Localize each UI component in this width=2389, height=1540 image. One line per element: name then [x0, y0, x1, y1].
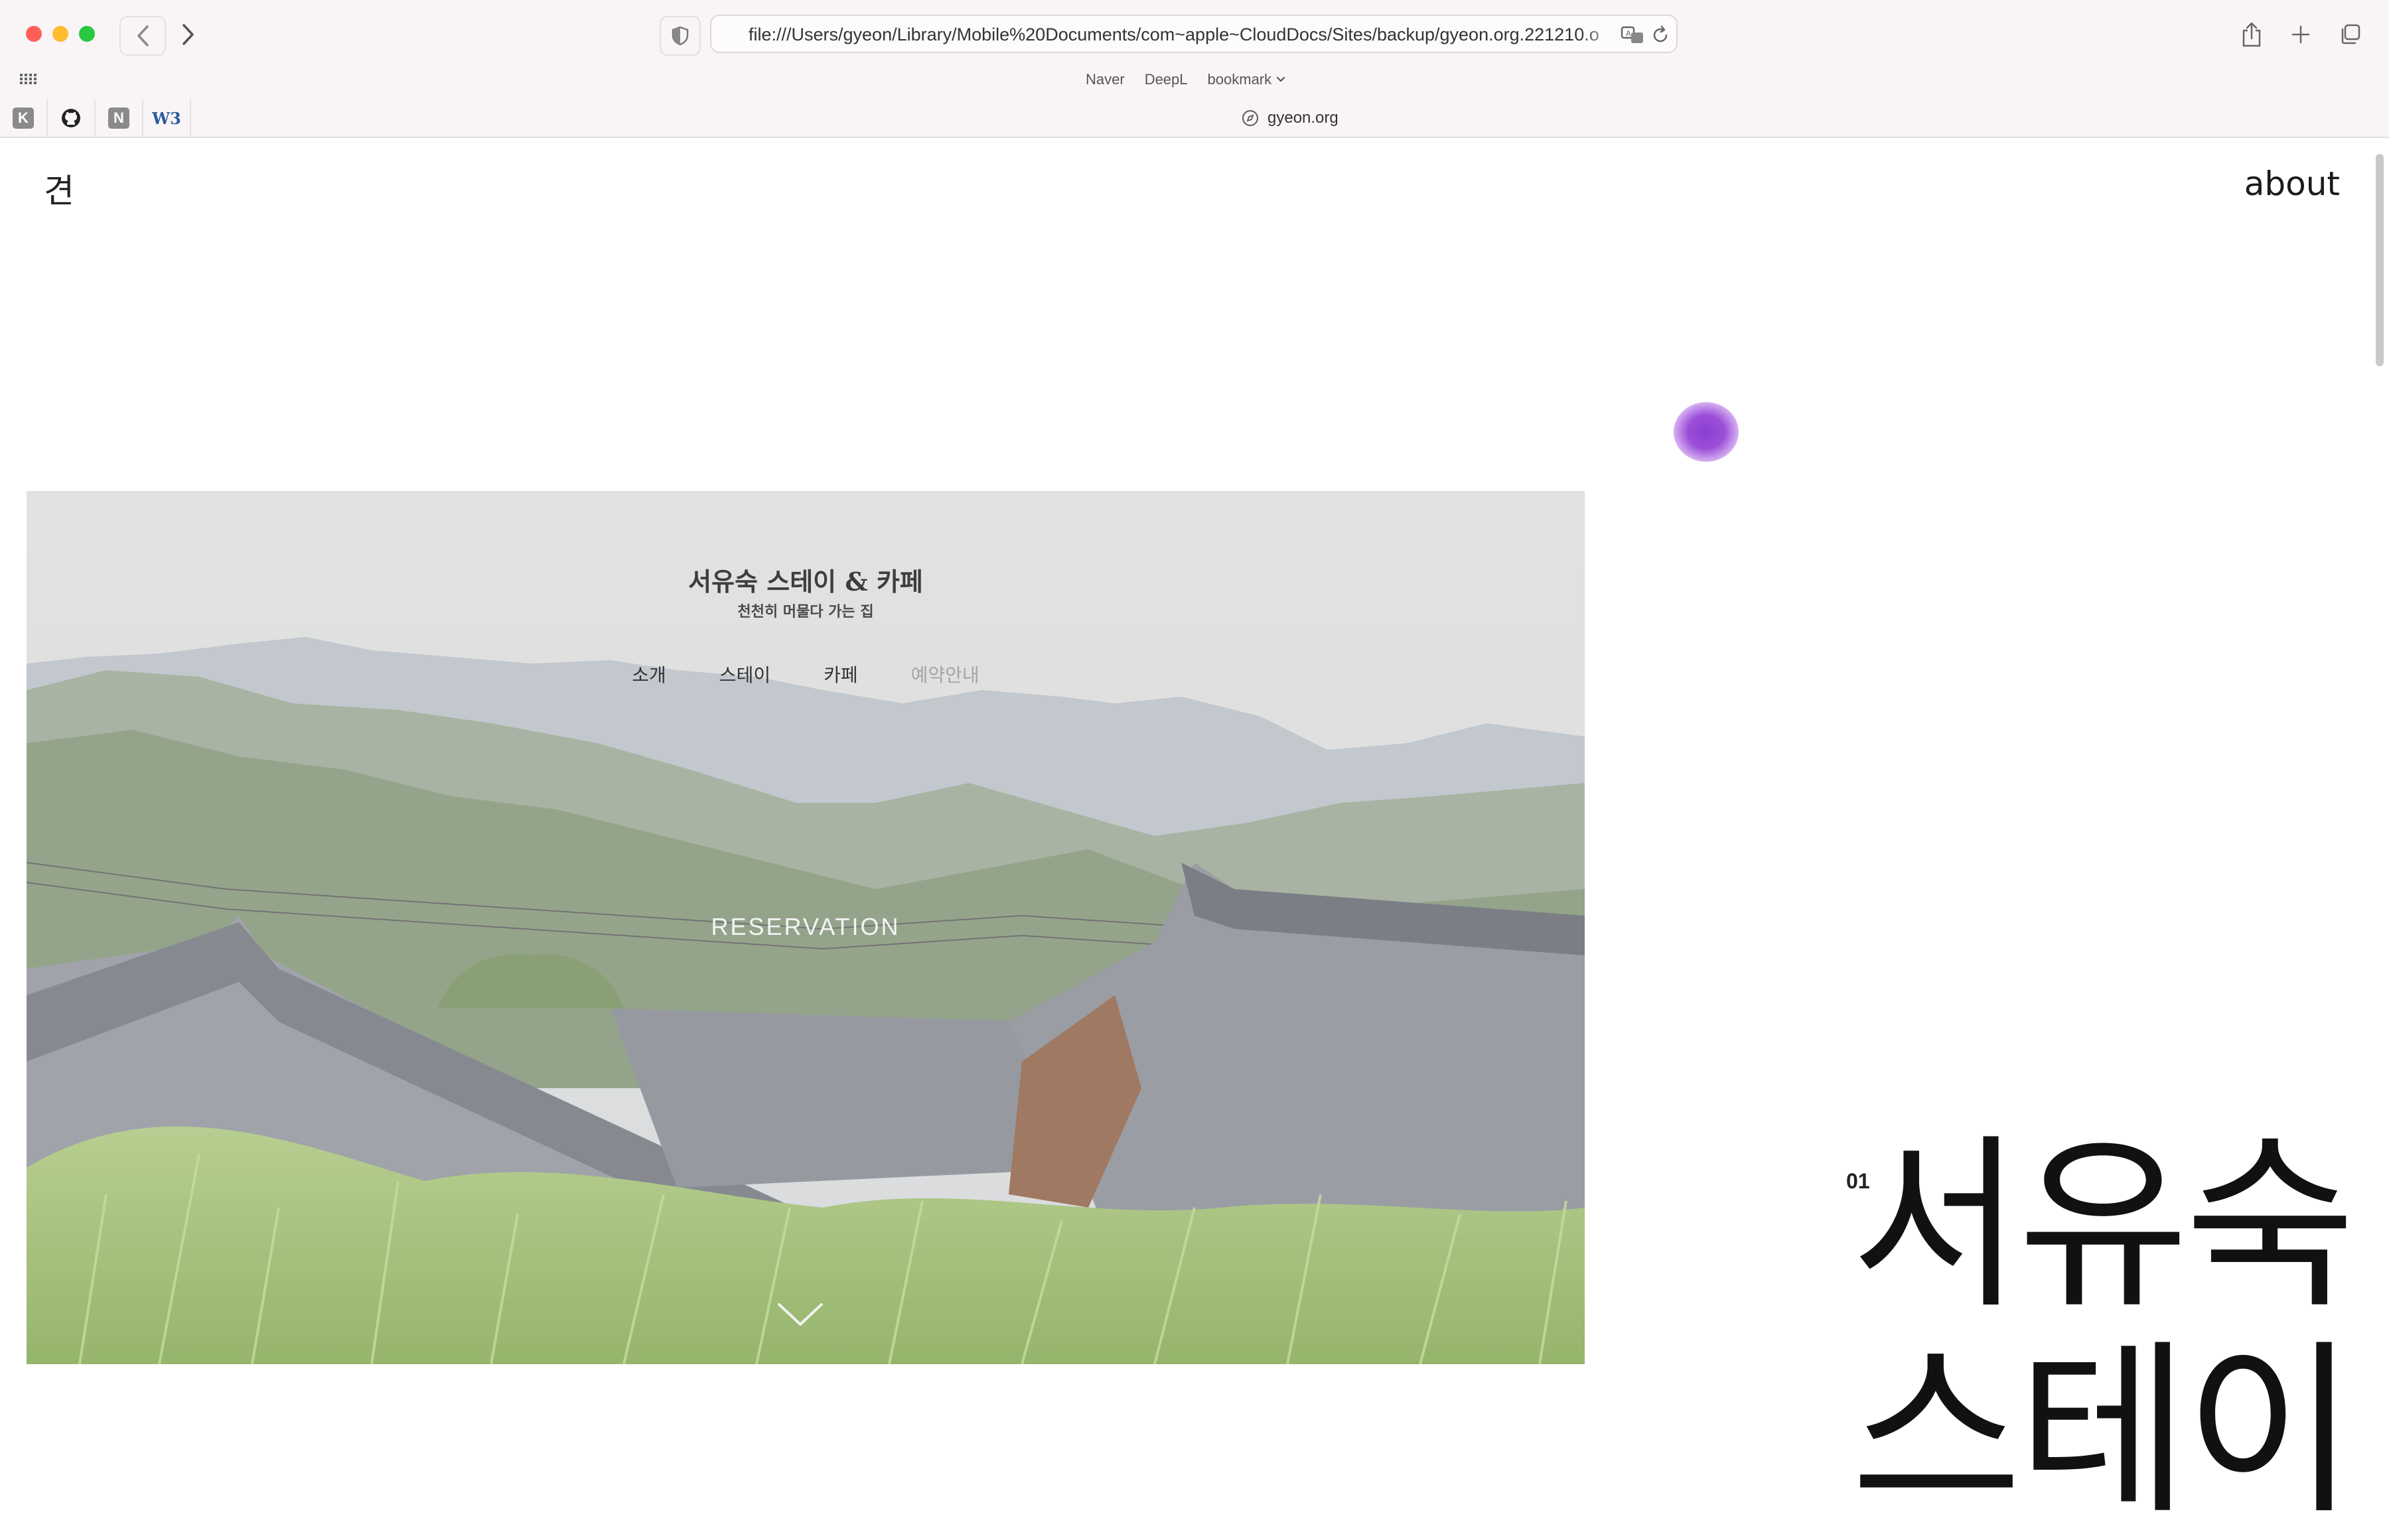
shield-icon [672, 26, 689, 46]
project-preview-image[interactable]: 서유숙 스테이 & 카페 천천히 머물다 가는 집 소개 스테이 카페 예약안내… [27, 491, 1585, 1364]
address-bar[interactable]: file:///Users/gyeon/Library/Mobile%20Doc… [710, 15, 1678, 53]
project-title-line2[interactable]: 스테이 [1851, 1332, 2356, 1531]
share-button[interactable] [2231, 16, 2272, 53]
plus-icon [2291, 25, 2310, 44]
new-tab-button[interactable] [2280, 16, 2321, 53]
url-text: file:///Users/gyeon/Library/Mobile%20Doc… [749, 25, 1599, 44]
compass-icon [1242, 109, 1259, 127]
hero-site-nav: 소개 스테이 카페 예약안내 [27, 661, 1585, 687]
about-link[interactable]: about [2244, 165, 2340, 203]
hero-nav-stay[interactable]: 스테이 [719, 661, 770, 687]
hero-reservation-button[interactable]: RESERVATION [27, 913, 1585, 941]
tab-overview-icon [2341, 24, 2360, 44]
page-content: 견 about 서유숙 스테이 & 카페 천천히 머물다 가는 집 소개 스테이… [0, 138, 2389, 1531]
share-icon [2242, 22, 2261, 47]
hero-nav-reservation-info[interactable]: 예약안내 [911, 661, 979, 687]
chevron-down-icon [1277, 76, 1285, 82]
bookmark-naver[interactable]: Naver [1086, 68, 1125, 91]
translate-icon[interactable]: A [1621, 25, 1644, 46]
kakao-k-icon: K [13, 107, 34, 129]
tab-overview-button[interactable] [2329, 16, 2370, 53]
privacy-report-button[interactable] [660, 16, 701, 56]
scrollbar[interactable] [2376, 154, 2384, 366]
github-icon [62, 109, 80, 127]
chevron-down-icon[interactable] [776, 1302, 824, 1328]
bookmarks-bar: Naver DeepL bookmark [1086, 68, 1286, 91]
cursor-highlight [1674, 402, 1739, 462]
zoom-window-button[interactable] [79, 26, 95, 42]
close-window-button[interactable] [26, 26, 42, 42]
bookmark-folder[interactable]: bookmark [1208, 68, 1287, 91]
pinned-tab-kakao[interactable]: K [0, 100, 48, 137]
svg-text:A: A [1626, 29, 1631, 38]
chevron-left-icon [137, 25, 149, 46]
bookmark-deepl[interactable]: DeepL [1145, 68, 1188, 91]
minimize-window-button[interactable] [52, 26, 68, 42]
hero-site-title: 서유숙 스테이 & 카페 [688, 567, 923, 596]
hero-nav-about[interactable]: 소개 [632, 661, 666, 687]
active-tab-title: gyeon.org [1267, 109, 1339, 127]
pinned-tab-github[interactable] [48, 100, 96, 137]
site-logo[interactable]: 견 [44, 165, 74, 212]
bookmark-folder-label: bookmark [1207, 71, 1272, 88]
pinned-tab-w3schools[interactable]: W3 [143, 100, 191, 137]
w3schools-icon: W3 [152, 108, 181, 128]
url-fade [1581, 19, 1621, 50]
hero-site-subtitle: 천천히 머물다 가는 집 [737, 603, 874, 620]
hero-nav-cafe[interactable]: 카페 [824, 661, 858, 687]
chevron-right-icon [182, 24, 194, 45]
back-button[interactable] [119, 16, 166, 56]
active-tab[interactable]: gyeon.org [1241, 106, 1339, 130]
grid-apps-icon[interactable] [19, 69, 38, 89]
browser-chrome: file:///Users/gyeon/Library/Mobile%20Doc… [0, 0, 2389, 138]
reload-icon[interactable] [1650, 25, 1671, 46]
forward-button[interactable] [167, 16, 210, 53]
pinned-tab-notion[interactable]: N [96, 100, 143, 137]
pinned-tabs: K N W3 [0, 100, 191, 137]
notion-n-icon: N [108, 107, 129, 129]
project-title-line1[interactable]: 서유숙 [1851, 1127, 2356, 1326]
